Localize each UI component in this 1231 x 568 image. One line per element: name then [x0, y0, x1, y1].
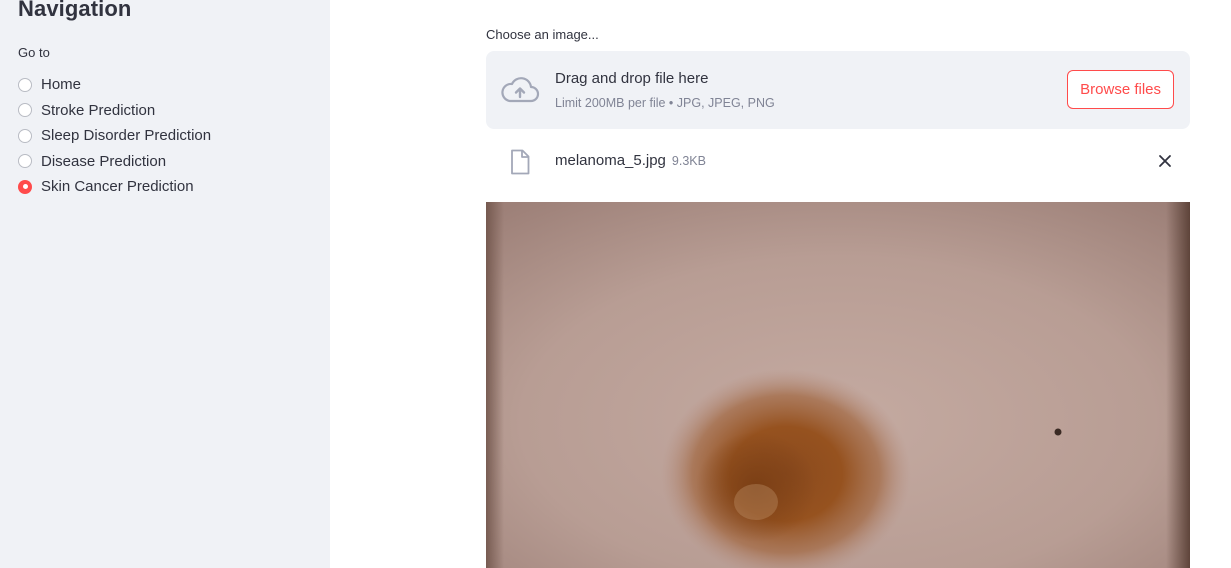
drop-title: Drag and drop file here	[555, 70, 709, 87]
goto-label: Go to	[18, 45, 50, 60]
radio-button[interactable]	[18, 128, 32, 143]
sidebar-title: Navigation	[18, 0, 132, 21]
file-name-wrapper: melanoma_5.jpg 9.3KB	[555, 152, 706, 169]
file-size: 9.3KB	[671, 154, 706, 168]
file-icon	[511, 149, 530, 175]
radio-item-disease-prediction[interactable]: Disease Prediction	[18, 149, 211, 175]
radio-item-home[interactable]: Home	[18, 72, 211, 98]
sidebar: Navigation Go to Home Stroke Prediction …	[0, 0, 330, 568]
navigation-radio-group: Home Stroke Prediction Sleep Disorder Pr…	[18, 72, 211, 200]
browse-files-button[interactable]: Browse files	[1067, 70, 1174, 109]
skin-lesion-image	[486, 202, 1190, 568]
radio-button[interactable]	[18, 77, 32, 92]
radio-item-sleep-disorder-prediction[interactable]: Sleep Disorder Prediction	[18, 123, 211, 149]
file-dropzone[interactable]: Drag and drop file here Limit 200MB per …	[486, 51, 1190, 129]
upload-limit-text: Limit 200MB per file • JPG, JPEG, PNG	[555, 96, 775, 110]
cloud-upload-icon	[501, 77, 540, 103]
app-window: Navigation Go to Home Stroke Prediction …	[0, 0, 1231, 568]
radio-label: Home	[41, 76, 82, 94]
radio-button[interactable]	[18, 154, 32, 169]
uploaded-file-row: melanoma_5.jpg 9.3KB	[486, 141, 1190, 181]
radio-label: Disease Prediction	[41, 152, 167, 170]
file-name: melanoma_5.jpg	[555, 152, 666, 169]
radio-label: Sleep Disorder Prediction	[41, 127, 212, 145]
radio-label: Skin Cancer Prediction	[41, 178, 194, 196]
main-content: Choose an image... Drag and drop file he…	[330, 0, 1231, 568]
uploader-label: Choose an image...	[486, 27, 599, 42]
radio-item-stroke-prediction[interactable]: Stroke Prediction	[18, 98, 211, 124]
radio-item-skin-cancer-prediction[interactable]: Skin Cancer Prediction	[18, 174, 211, 200]
radio-button-selected[interactable]	[18, 179, 32, 194]
uploaded-image-preview	[486, 202, 1190, 568]
radio-label: Stroke Prediction	[41, 101, 156, 119]
radio-button[interactable]	[18, 103, 32, 118]
close-icon[interactable]	[1158, 154, 1172, 168]
